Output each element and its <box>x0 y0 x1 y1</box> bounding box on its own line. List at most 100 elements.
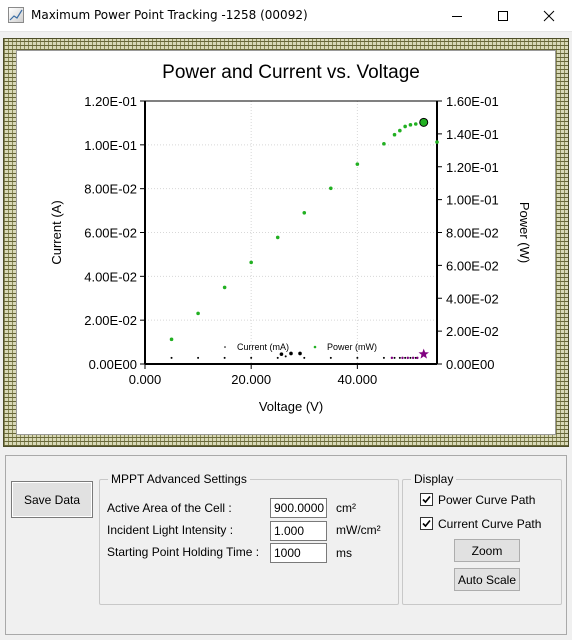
title-bar: Maximum Power Point Tracking -1258 (0009… <box>0 0 572 32</box>
current-point <box>223 356 226 359</box>
power-point <box>382 141 386 146</box>
tracking-point <box>416 356 419 360</box>
current-point <box>250 356 253 359</box>
max-power-point-marker <box>419 117 429 127</box>
tracking-point <box>406 356 409 360</box>
display-group: Display Power Curve Path Current Curve P… <box>402 472 562 605</box>
chart-title: Power and Current vs. Voltage <box>162 62 420 83</box>
current-point <box>298 351 302 356</box>
power-point <box>435 140 439 144</box>
current-point <box>382 356 385 359</box>
y2-tick-label: 1.40E-01 <box>446 127 499 142</box>
power-point <box>408 123 413 127</box>
current-point <box>404 356 407 359</box>
y2-axis-label: Power (W) <box>517 202 532 263</box>
current-point <box>170 356 173 359</box>
power-curve-checkbox[interactable] <box>420 493 433 506</box>
auto-scale-button[interactable]: Auto Scale <box>454 568 520 591</box>
active-area-unit: cm² <box>336 501 356 515</box>
current-point <box>329 356 332 359</box>
x-tick-label: 0.000 <box>129 372 162 387</box>
current-point <box>276 356 279 359</box>
maximize-icon <box>498 10 508 21</box>
current-point <box>398 356 401 359</box>
legend-current-swatch <box>224 346 226 348</box>
tracking-point <box>411 356 415 360</box>
power-point <box>398 128 402 133</box>
power-point <box>413 122 418 126</box>
save-data-button[interactable]: Save Data <box>11 481 93 518</box>
y2-tick-label: 1.20E-01 <box>446 160 499 175</box>
x-axis-label: Voltage (V) <box>259 399 323 414</box>
settings-panel: Save Data MPPT Advanced Settings Active … <box>5 455 567 635</box>
light-intensity-label: Incident Light Intensity : <box>107 523 234 537</box>
current-point <box>197 356 200 359</box>
y-tick-label: 6.00E-02 <box>84 226 137 241</box>
holding-time-input[interactable]: 1000 <box>270 543 327 563</box>
power-point <box>392 132 397 137</box>
current-point <box>409 356 412 359</box>
display-group-title: Display <box>411 472 457 486</box>
y2-tick-label: 2.00E-02 <box>446 324 499 339</box>
power-point <box>249 260 253 265</box>
minimize-icon <box>452 15 462 17</box>
minimize-button[interactable] <box>434 0 480 31</box>
checkmark-icon <box>422 495 431 504</box>
power-current-chart: Power and Current vs. Voltage 0.000 20.000… <box>49 62 532 414</box>
holding-time-label: Starting Point Holding Time : <box>107 545 260 559</box>
mppt-settings-group: MPPT Advanced Settings Active Area of th… <box>99 472 399 605</box>
power-point <box>329 186 333 191</box>
light-intensity-input[interactable]: 1.000 <box>270 521 327 541</box>
current-point <box>289 351 293 356</box>
legend-current-label: Current (mA) <box>237 342 289 352</box>
power-point <box>196 311 200 316</box>
y-tick-label: 1.00E-01 <box>84 138 137 153</box>
active-area-input[interactable]: 900.0000 <box>270 498 327 518</box>
current-point <box>303 356 306 359</box>
current-point <box>393 356 396 359</box>
y2-tick-label: 1.60E-01 <box>446 94 499 109</box>
y2-tick-label: 4.00E-02 <box>446 291 499 306</box>
current-curve-checkbox[interactable] <box>420 517 433 530</box>
y-tick-label: 0.00E00 <box>89 357 137 372</box>
light-intensity-unit: mW/cm² <box>336 523 381 537</box>
power-point <box>222 285 227 290</box>
close-icon <box>543 10 555 21</box>
window-title: Maximum Power Point Tracking -1258 (0009… <box>31 8 308 22</box>
power-point <box>302 210 307 215</box>
mppt-settings-title: MPPT Advanced Settings <box>108 472 250 486</box>
holding-time-unit: ms <box>336 546 352 560</box>
power-curve-label[interactable]: Power Curve Path <box>438 493 535 507</box>
y-axis-label: Current (A) <box>49 200 64 264</box>
power-point <box>355 162 360 166</box>
y2-tick-label: 1.00E-01 <box>446 193 499 208</box>
current-curve-label[interactable]: Current Curve Path <box>438 517 541 531</box>
x-tick-label: 40.000 <box>337 372 377 387</box>
y2-tick-label: 8.00E-02 <box>446 226 499 241</box>
y-tick-label: 8.00E-02 <box>84 182 137 197</box>
current-point <box>284 355 287 358</box>
maximize-button[interactable] <box>480 0 526 31</box>
plot-area[interactable]: Power and Current vs. Voltage 0.000 20.000… <box>16 50 556 435</box>
y-tick-label: 1.20E-01 <box>84 94 137 109</box>
x-tick-label: 20.000 <box>231 372 271 387</box>
power-point <box>169 337 174 342</box>
current-point <box>356 356 359 359</box>
y-tick-label: 4.00E-02 <box>84 269 137 284</box>
tracking-point <box>401 356 404 360</box>
tracking-point <box>390 356 394 360</box>
power-point <box>403 124 407 129</box>
current-point <box>279 352 284 356</box>
active-area-label: Active Area of the Cell : <box>107 501 232 515</box>
legend-power-swatch <box>313 345 317 349</box>
legend-power-label: Power (mW) <box>327 342 377 352</box>
y2-tick-label: 0.00E00 <box>446 357 494 372</box>
power-point <box>275 235 280 240</box>
start-point-star-marker <box>418 348 429 359</box>
y-tick-label: 2.00E-02 <box>84 313 137 328</box>
plot-frame: Power and Current vs. Voltage 0.000 20.000… <box>3 38 569 447</box>
checkmark-icon <box>422 519 431 528</box>
app-icon <box>8 7 24 23</box>
close-button[interactable] <box>526 0 572 31</box>
zoom-button[interactable]: Zoom <box>454 539 520 562</box>
